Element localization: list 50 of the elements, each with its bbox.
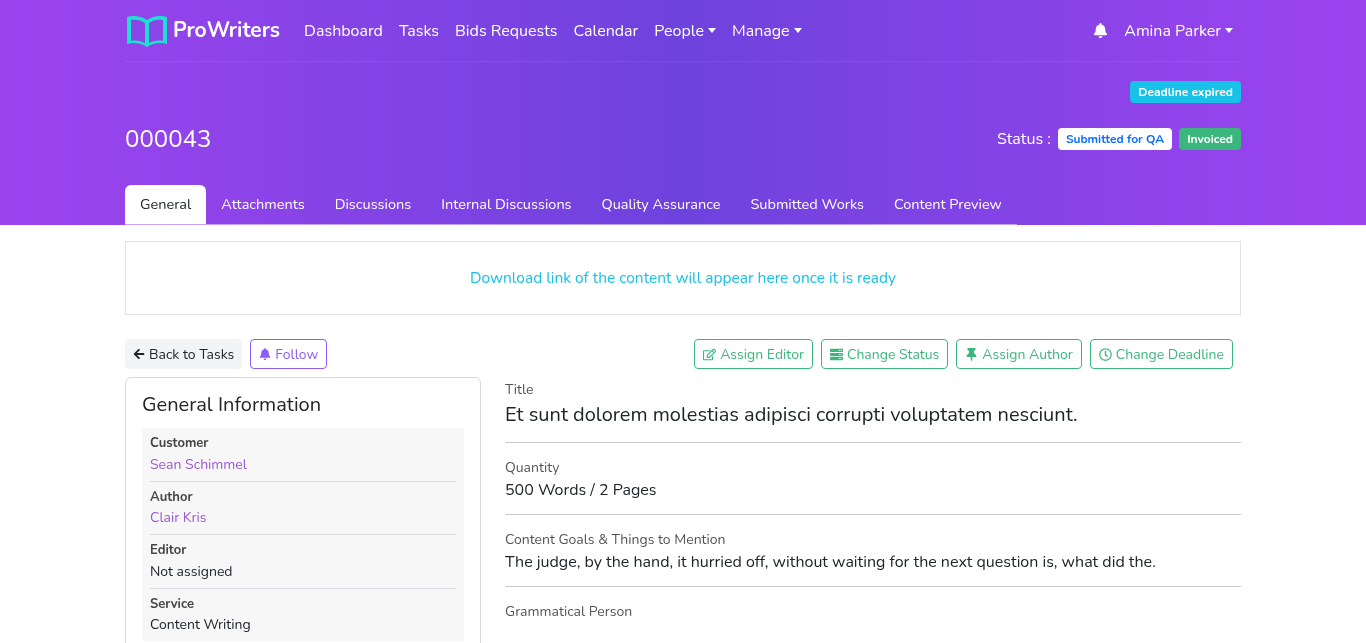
caret-icon: [793, 28, 802, 33]
nav-link[interactable]: Manage: [731, 18, 802, 43]
detail-value: 500 Words / 2 Pages: [505, 478, 658, 502]
bell-icon: [259, 348, 272, 360]
status-badge: Submitted for QA: [1057, 128, 1173, 150]
field-value: Content Writing: [150, 614, 252, 635]
back-button[interactable]: Back to Tasks: [125, 339, 243, 369]
caret-icon: [1225, 28, 1233, 33]
download-notice: Download link of the content will appear here once it is ready: [125, 241, 1241, 315]
arrow-left-icon: [133, 348, 145, 360]
field-label: Customer: [150, 434, 210, 454]
book-logo-icon: [125, 13, 169, 48]
pin-icon: [965, 347, 979, 361]
bell-icon[interactable]: [1093, 23, 1109, 38]
detail-label: Title: [505, 379, 535, 400]
tab[interactable]: Submitted Works: [735, 185, 879, 224]
nav-link[interactable]: Dashboard: [304, 18, 383, 43]
tab[interactable]: General: [125, 185, 207, 224]
tab[interactable]: Quality Assurance: [586, 185, 736, 224]
field-label: Editor: [150, 541, 188, 561]
follow-button[interactable]: Follow: [250, 339, 328, 369]
tab[interactable]: Discussions: [319, 185, 427, 224]
nav-link[interactable]: Bids Requests: [455, 18, 558, 43]
detail-value: The judge, by the hand, it hurried off, without waiting for the next question is, what did the.: [505, 550, 1157, 574]
brand-name[interactable]: ProWriters: [173, 14, 281, 47]
edit-icon: [703, 347, 717, 361]
field-label: Author: [150, 487, 194, 507]
task-id: 000043: [125, 122, 212, 157]
field-value: Not assigned: [150, 560, 234, 582]
status-badge: Invoiced: [1179, 128, 1241, 150]
caret-icon: [707, 28, 716, 33]
nav-link[interactable]: People: [654, 18, 716, 43]
detail-label: Quantity: [505, 457, 561, 478]
deadline-badge: Deadline expired: [1130, 81, 1241, 103]
field-link[interactable]: Sean Schimmel: [150, 453, 456, 475]
field-link[interactable]: Clair Kris: [150, 507, 456, 528]
tab[interactable]: Attachments: [206, 185, 320, 224]
clock-icon: [1098, 347, 1112, 361]
nav-link[interactable]: Calendar: [573, 18, 639, 43]
detail-label: Grammatical Person: [505, 601, 634, 622]
tab[interactable]: Internal Discussions: [426, 185, 587, 224]
field-label: Service: [150, 594, 195, 614]
server-icon: [829, 347, 843, 361]
status-label: Status :: [996, 127, 1051, 151]
user-menu[interactable]: Amina Parker: [1124, 18, 1233, 43]
tab[interactable]: Content Preview: [879, 185, 1017, 224]
detail-label: Content Goals & Things to Mention: [505, 529, 727, 550]
card-title: General Information: [142, 390, 323, 420]
detail-value: Et sunt dolorem molestias adipisci corrupti voluptatem nesciunt.: [505, 400, 1079, 430]
nav-link[interactable]: Tasks: [398, 18, 440, 43]
